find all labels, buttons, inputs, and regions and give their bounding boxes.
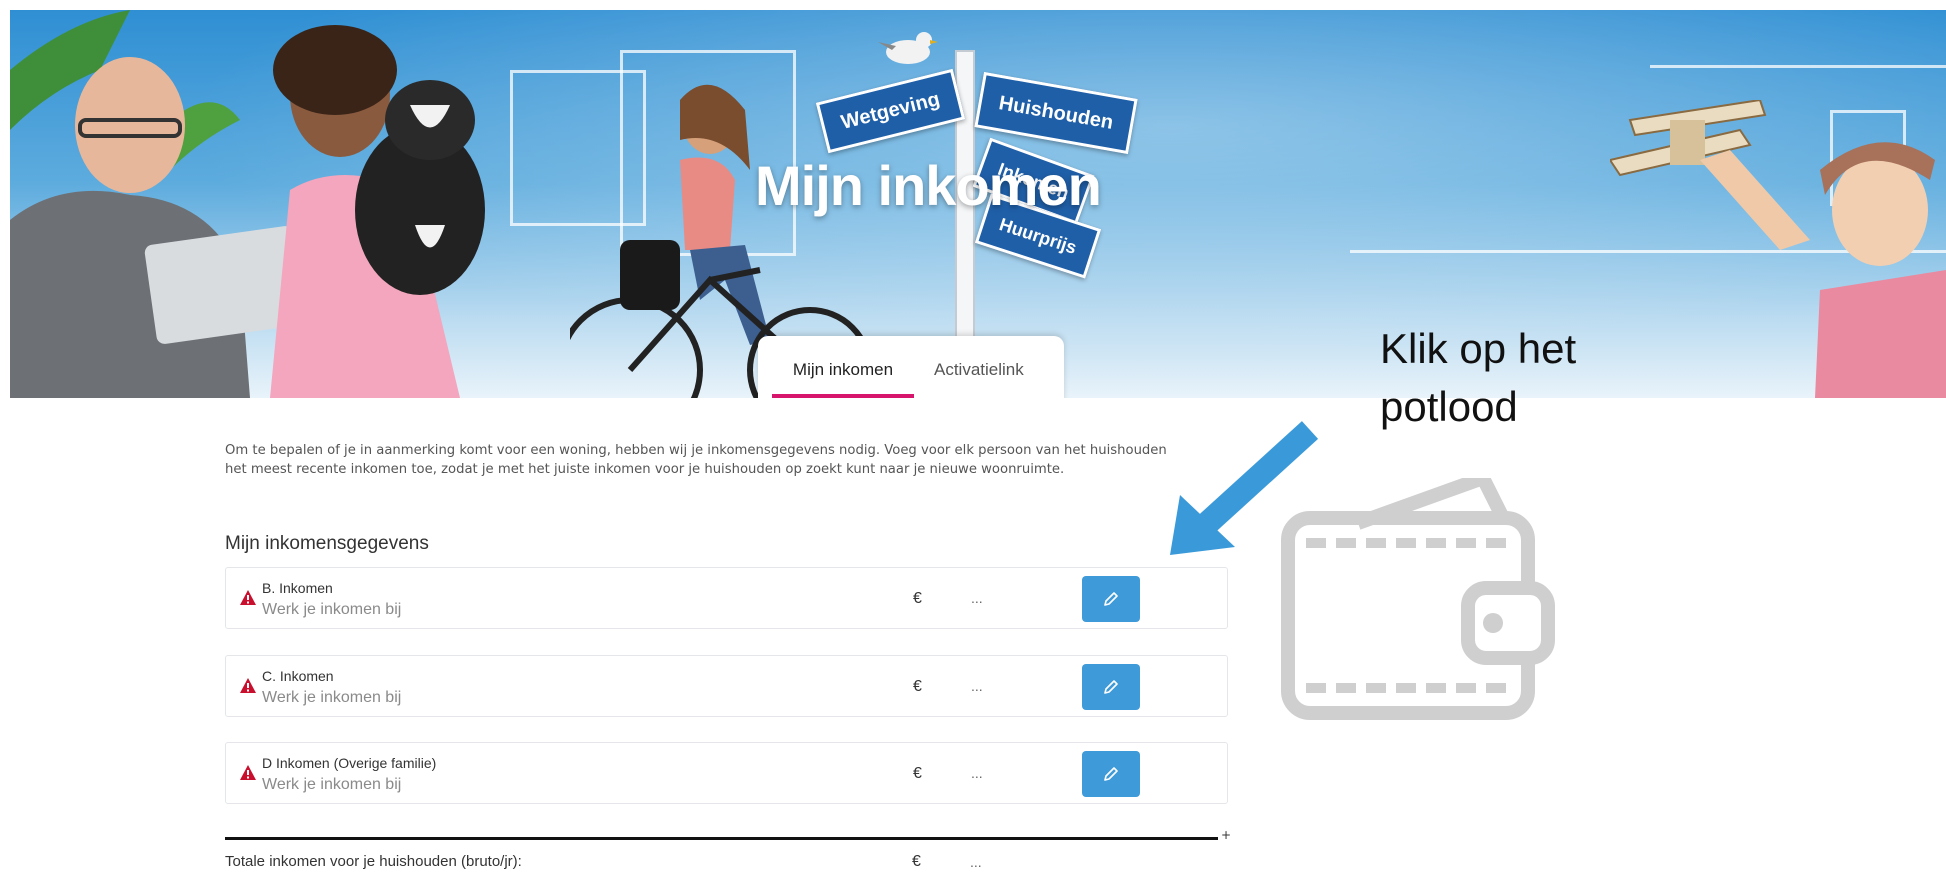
currency-symbol: € [913, 590, 922, 607]
income-row-name: D Inkomen (Overige familie) [262, 755, 437, 771]
edit-income-button[interactable] [1082, 576, 1140, 622]
tab-bar: Mijn inkomen Activatielink [758, 336, 1064, 398]
income-value: ... [971, 765, 983, 781]
wallet-icon [1281, 478, 1555, 720]
pencil-icon [1104, 767, 1118, 781]
warning-triangle-icon [240, 678, 256, 693]
page-title: Mijn inkomen [755, 154, 1102, 217]
currency-symbol: € [913, 765, 922, 782]
callout-line-1: Klik op het [1380, 325, 1577, 372]
sketch-line [1650, 65, 1946, 68]
income-value: ... [971, 678, 983, 694]
income-row-subtitle: Werk je inkomen bij [262, 689, 402, 706]
income-row-subtitle: Werk je inkomen bij [262, 601, 402, 618]
income-value: ... [971, 590, 983, 606]
pencil-icon [1104, 680, 1118, 694]
currency-symbol: € [912, 853, 921, 870]
instruction-callout: Klik op het potlood [1380, 320, 1680, 436]
warning-triangle-icon [240, 765, 256, 780]
section-title: Mijn inkomensgegevens [225, 533, 429, 554]
income-row-subtitle: Werk je inkomen bij [262, 776, 402, 793]
income-row-name: C. Inkomen [262, 668, 334, 684]
plus-sign: + [1221, 828, 1232, 842]
edit-income-button[interactable] [1082, 664, 1140, 710]
tab-mijn-inkomen[interactable]: Mijn inkomen [772, 360, 914, 398]
callout-line-2: potlood [1380, 383, 1518, 430]
edit-income-button[interactable] [1082, 751, 1140, 797]
seagull-image [878, 32, 938, 64]
income-row-name: B. Inkomen [262, 580, 333, 596]
tab-activatielink[interactable]: Activatielink [934, 360, 1024, 380]
total-income-label: Totale inkomen voor je huishouden (bruto… [225, 853, 522, 870]
total-income-value: ... [970, 854, 982, 870]
currency-symbol: € [913, 678, 922, 695]
pencil-icon [1104, 592, 1118, 606]
warning-triangle-icon [240, 590, 256, 605]
income-row: D Inkomen (Overige familie) Werk je inko… [225, 742, 1228, 804]
income-row: B. Inkomen Werk je inkomen bij € ... [225, 567, 1228, 629]
intro-text: Om te bepalen of je in aanmerking komt v… [225, 443, 1167, 477]
people-photo-left [10, 10, 485, 398]
income-row: C. Inkomen Werk je inkomen bij € ... [225, 655, 1228, 717]
total-divider [225, 837, 1218, 840]
